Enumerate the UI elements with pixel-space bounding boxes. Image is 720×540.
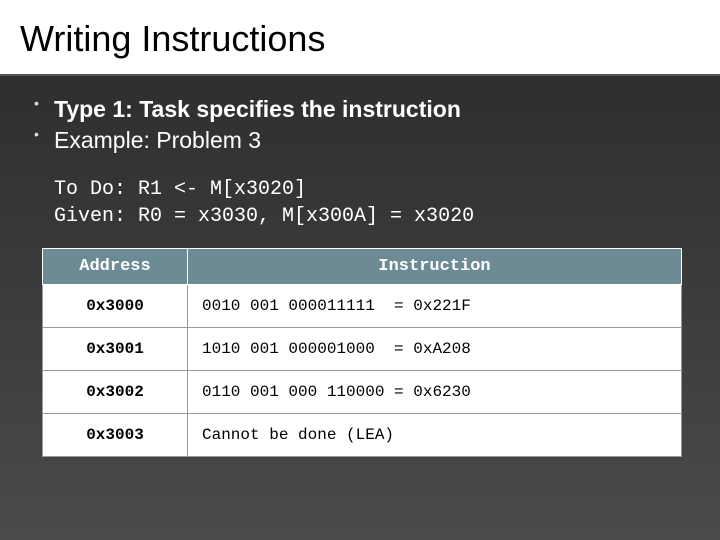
code-block: To Do: R1 <- M[x3020] Given: R0 = x3030,… xyxy=(54,176,690,230)
table-row: 0x3003 Cannot be done (LEA) xyxy=(43,414,682,457)
cell-address: 0x3000 xyxy=(43,285,188,328)
cell-address: 0x3002 xyxy=(43,371,188,414)
table-row: 0x3002 0110 001 000 110000 = 0x6230 xyxy=(43,371,682,414)
cell-instruction: Cannot be done (LEA) xyxy=(188,414,682,457)
bullet-item: Type 1: Task specifies the instruction xyxy=(30,94,690,125)
col-header-address: Address xyxy=(43,249,188,285)
col-header-instruction: Instruction xyxy=(188,249,682,285)
cell-instruction: 0010 001 000011111 = 0x221F xyxy=(188,285,682,328)
cell-instruction: 0110 001 000 110000 = 0x6230 xyxy=(188,371,682,414)
table-header-row: Address Instruction xyxy=(43,249,682,285)
bullet-list: Type 1: Task specifies the instruction E… xyxy=(30,94,690,156)
bullet-text: Type 1: Task specifies the instruction xyxy=(54,96,461,122)
slide-title: Writing Instructions xyxy=(20,18,700,60)
instruction-table: Address Instruction 0x3000 0010 001 0000… xyxy=(42,248,682,457)
bullet-item: Example: Problem 3 xyxy=(30,125,690,156)
title-bar: Writing Instructions xyxy=(0,0,720,76)
table-row: 0x3000 0010 001 000011111 = 0x221F xyxy=(43,285,682,328)
cell-instruction: 1010 001 000001000 = 0xA208 xyxy=(188,328,682,371)
slide-content: Type 1: Task specifies the instruction E… xyxy=(0,76,720,477)
cell-address: 0x3003 xyxy=(43,414,188,457)
cell-address: 0x3001 xyxy=(43,328,188,371)
table-row: 0x3001 1010 001 000001000 = 0xA208 xyxy=(43,328,682,371)
